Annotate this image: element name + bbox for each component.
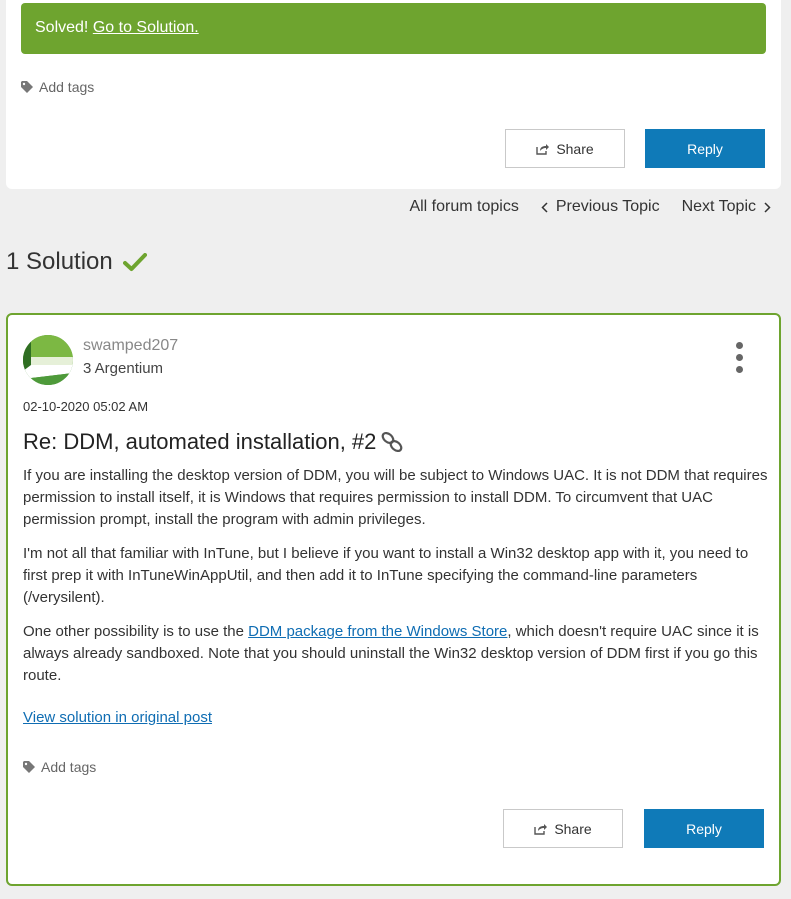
post-paragraph-2: I'm not all that familiar with InTune, b… — [23, 545, 749, 606]
all-forum-topics-label: All forum topics — [409, 198, 519, 215]
chevron-left-icon — [541, 201, 548, 213]
post-add-tags-label: Add tags — [41, 759, 97, 775]
author-name[interactable]: swamped207 — [83, 337, 178, 355]
add-tags[interactable]: Add tags — [21, 79, 94, 95]
author-rank: 3 Argentium — [83, 360, 164, 377]
checkmark-icon — [122, 252, 147, 271]
ddm-windows-store-link[interactable]: DDM package from the Windows Store — [248, 623, 507, 640]
post-date: 02-10-2020 05:02 AM — [23, 399, 149, 414]
para3-before: One other possibility is to use the — [23, 623, 249, 640]
share-button[interactable]: Share — [505, 129, 625, 168]
next-topic-link[interactable]: Next Topic — [682, 198, 771, 216]
topic-navigation: All forum topics Previous Topic Next Top… — [409, 198, 771, 216]
post-share-button[interactable]: Share — [503, 809, 623, 848]
post-share-label: Share — [554, 820, 592, 837]
all-forum-topics-link[interactable]: All forum topics — [409, 198, 518, 216]
post-reply-label: Reply — [686, 820, 722, 837]
share-icon — [534, 823, 548, 835]
permalink-icon[interactable] — [380, 431, 404, 453]
previous-topic-label: Previous Topic — [555, 198, 660, 215]
accepted-solution-card: Solved! Go to Solution. Add tags Share R… — [6, 0, 781, 189]
post-paragraph-3: One other possibility is to use the DDM … — [23, 621, 768, 687]
tag-icon — [23, 761, 35, 773]
post-title-text: Re: DDM, automated installation, #2 — [23, 429, 377, 454]
tag-icon — [21, 81, 33, 93]
next-topic-label: Next Topic — [681, 198, 756, 215]
go-to-solution-link[interactable]: Go to Solution. — [93, 19, 199, 36]
share-icon — [536, 143, 550, 155]
post-paragraph-1: If you are installing the desktop versio… — [23, 467, 768, 528]
avatar[interactable] — [23, 335, 73, 385]
solutions-heading: 1 Solution — [6, 248, 147, 276]
reply-button[interactable]: Reply — [645, 129, 765, 168]
post-add-tags[interactable]: Add tags — [23, 759, 96, 775]
add-tags-label: Add tags — [39, 79, 95, 95]
reply-label: Reply — [687, 140, 723, 157]
solved-banner: Solved! Go to Solution. — [21, 3, 766, 54]
previous-topic-link[interactable]: Previous Topic — [541, 198, 660, 216]
solved-label: Solved! — [35, 19, 89, 36]
post-body: If you are installing the desktop versio… — [23, 465, 768, 699]
post-reply-button[interactable]: Reply — [644, 809, 764, 848]
solutions-count-label: 1 Solution — [6, 248, 113, 275]
post-title: Re: DDM, automated installation, #2 — [23, 429, 404, 455]
chevron-right-icon — [764, 201, 771, 213]
share-label: Share — [556, 140, 594, 157]
kebab-menu-icon[interactable] — [734, 342, 744, 374]
view-solution-link[interactable]: View solution in original post — [23, 709, 212, 726]
solution-post-card: swamped207 3 Argentium 02-10-2020 05:02 … — [6, 313, 781, 886]
